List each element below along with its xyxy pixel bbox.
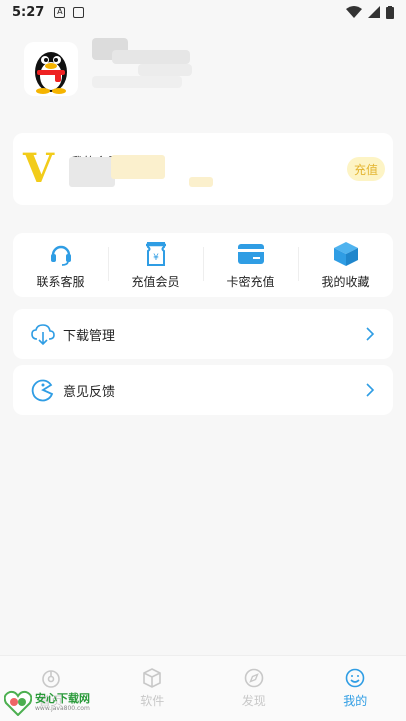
chevron-right-icon [365, 383, 377, 397]
cube-icon [142, 668, 162, 688]
vip-card[interactable]: V 我的会员 充值 [13, 133, 393, 205]
wifi-icon [346, 6, 362, 18]
quick-item-favorites[interactable]: 我的收藏 [298, 233, 393, 297]
cloud-download-icon [31, 322, 55, 346]
smile-icon [345, 668, 365, 688]
svg-text:¥: ¥ [153, 253, 159, 263]
notification-card-icon [73, 6, 85, 18]
recharge-button[interactable]: 充值 [347, 157, 385, 181]
vip-logo: V [23, 145, 55, 192]
tab-label: 软件 [140, 694, 165, 708]
site-watermark: 安心下载网 www.java800.com [4, 690, 90, 716]
card-icon [237, 241, 264, 267]
tab-label: 发现 [241, 694, 266, 708]
profile-header[interactable] [24, 42, 78, 96]
feedback-icon [31, 378, 55, 402]
status-bar: 5:27 A [0, 0, 406, 24]
menu-download-management[interactable]: 下载管理 [13, 309, 393, 359]
box-icon [333, 241, 359, 267]
quick-actions: 联系客服 ¥ 充值会员 卡密充值 我的收藏 [13, 233, 393, 297]
chevron-right-icon [365, 327, 377, 341]
tab-discover[interactable]: 发现 [203, 656, 305, 721]
quick-label: 我的收藏 [321, 275, 370, 289]
battery-icon [386, 5, 394, 19]
quick-item-recharge-member[interactable]: ¥ 充值会员 [108, 233, 203, 297]
menu-label: 下载管理 [63, 328, 116, 344]
vip-blur-1 [69, 157, 115, 187]
heart-logo-icon [4, 690, 32, 716]
yen-bag-icon: ¥ [143, 241, 169, 267]
username-blurred [92, 38, 192, 90]
quick-label: 充值会员 [131, 275, 180, 289]
quick-label: 卡密充值 [226, 275, 275, 289]
avatar[interactable] [24, 42, 78, 96]
vip-blur-2 [111, 155, 165, 179]
headset-icon [48, 241, 74, 267]
quick-item-card-recharge[interactable]: 卡密充值 [203, 233, 298, 297]
vip-blur-3 [189, 177, 213, 187]
notification-a-icon: A [54, 6, 66, 18]
tab-mine[interactable]: 我的 [305, 656, 406, 721]
tab-software[interactable]: 软件 [102, 656, 204, 721]
signal-icon [368, 6, 380, 18]
tab-label: 我的 [343, 694, 368, 708]
home-icon [41, 668, 61, 688]
status-time: 5:27 [12, 4, 45, 20]
watermark-url: www.java800.com [35, 705, 90, 712]
menu-feedback[interactable]: 意见反馈 [13, 365, 393, 415]
qq-penguin-avatar [35, 52, 67, 94]
compass-icon [244, 668, 264, 688]
watermark-title: 安心下载网 [35, 692, 90, 705]
quick-item-customer-service[interactable]: 联系客服 [13, 233, 108, 297]
quick-label: 联系客服 [36, 275, 85, 289]
menu-label: 意见反馈 [63, 384, 116, 400]
status-right [346, 5, 394, 19]
